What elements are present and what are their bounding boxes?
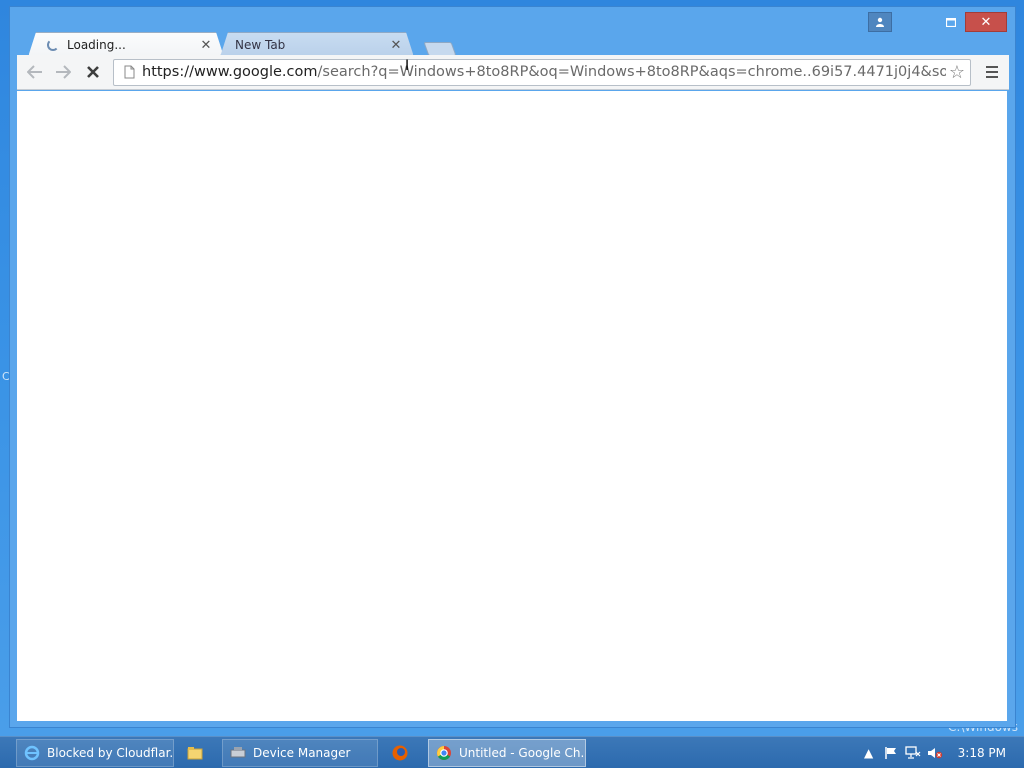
taskbar-item-label: Untitled - Google Ch... [459, 746, 586, 760]
maximize-button[interactable] [937, 12, 965, 32]
address-bar[interactable]: https://www.google.com/search?q=Windows+… [113, 58, 971, 86]
forward-arrow-icon [56, 65, 71, 79]
url-text[interactable]: https://www.google.com/search?q=Windows+… [142, 64, 946, 80]
taskbar-item-label: Device Manager [253, 746, 351, 760]
tab-title: Loading... [67, 38, 126, 52]
browser-toolbar: https://www.google.com/search?q=Windows+… [17, 55, 1009, 90]
device-manager-icon [229, 744, 247, 762]
tab-strip: Loading... ✕ New Tab ✕ [22, 32, 622, 57]
back-button[interactable] [21, 58, 49, 86]
hamburger-line [986, 71, 998, 73]
volume-muted-icon[interactable] [924, 742, 946, 764]
url-host: https://www.google.com [142, 64, 318, 80]
profile-button[interactable] [868, 12, 892, 32]
tab-close-icon[interactable]: ✕ [199, 38, 213, 52]
close-button[interactable]: ✕ [965, 12, 1007, 32]
show-hidden-icons-icon[interactable]: ▲ [858, 742, 880, 764]
tab-new-tab[interactable]: New Tab ✕ [220, 32, 414, 57]
taskbar-item-label: Blocked by Cloudflar... [47, 746, 174, 760]
tab-loading[interactable]: Loading... ✕ [28, 32, 224, 57]
taskbar-item-ie[interactable]: Blocked by Cloudflar... [16, 739, 174, 767]
maximize-icon [946, 17, 956, 27]
window-controls: ✕ [868, 12, 1007, 32]
action-center-flag-icon[interactable] [880, 742, 902, 764]
clock[interactable]: 3:18 PM [958, 746, 1006, 760]
network-icon[interactable] [902, 742, 924, 764]
hamburger-line [986, 66, 998, 68]
chrome-menu-button[interactable] [979, 59, 1005, 85]
page-content[interactable] [17, 91, 1007, 721]
ie-icon [23, 744, 41, 762]
bookmark-star-icon[interactable]: ☆ [946, 61, 968, 83]
close-icon: ✕ [980, 14, 992, 30]
tab-close-icon[interactable]: ✕ [389, 38, 403, 52]
back-arrow-icon [27, 65, 42, 79]
chrome-window: ✕ Loading... ✕ New Tab ✕ https://www.goo… [9, 6, 1016, 728]
hamburger-line [986, 76, 998, 78]
user-icon [876, 17, 884, 27]
taskbar: Blocked by Cloudflar... Device Manager U… [0, 736, 1024, 768]
stop-icon [87, 66, 99, 78]
page-icon [120, 63, 138, 81]
taskbar-item-device-manager[interactable]: Device Manager [222, 739, 378, 767]
firefox-icon [391, 744, 409, 762]
chrome-icon [435, 744, 453, 762]
system-tray: ▲ 3:18 PM [858, 739, 1024, 767]
new-tab-button[interactable] [423, 42, 457, 56]
taskbar-item-chrome[interactable]: Untitled - Google Ch... [428, 739, 586, 767]
file-explorer-icon [186, 744, 204, 762]
taskbar-item-explorer[interactable] [174, 739, 222, 767]
tab-title: New Tab [235, 38, 286, 52]
forward-button[interactable] [49, 58, 77, 86]
stop-button[interactable] [79, 58, 107, 86]
taskbar-item-firefox[interactable] [378, 739, 428, 767]
text-cursor-icon: I [405, 58, 410, 74]
loading-spinner-icon [47, 39, 59, 51]
